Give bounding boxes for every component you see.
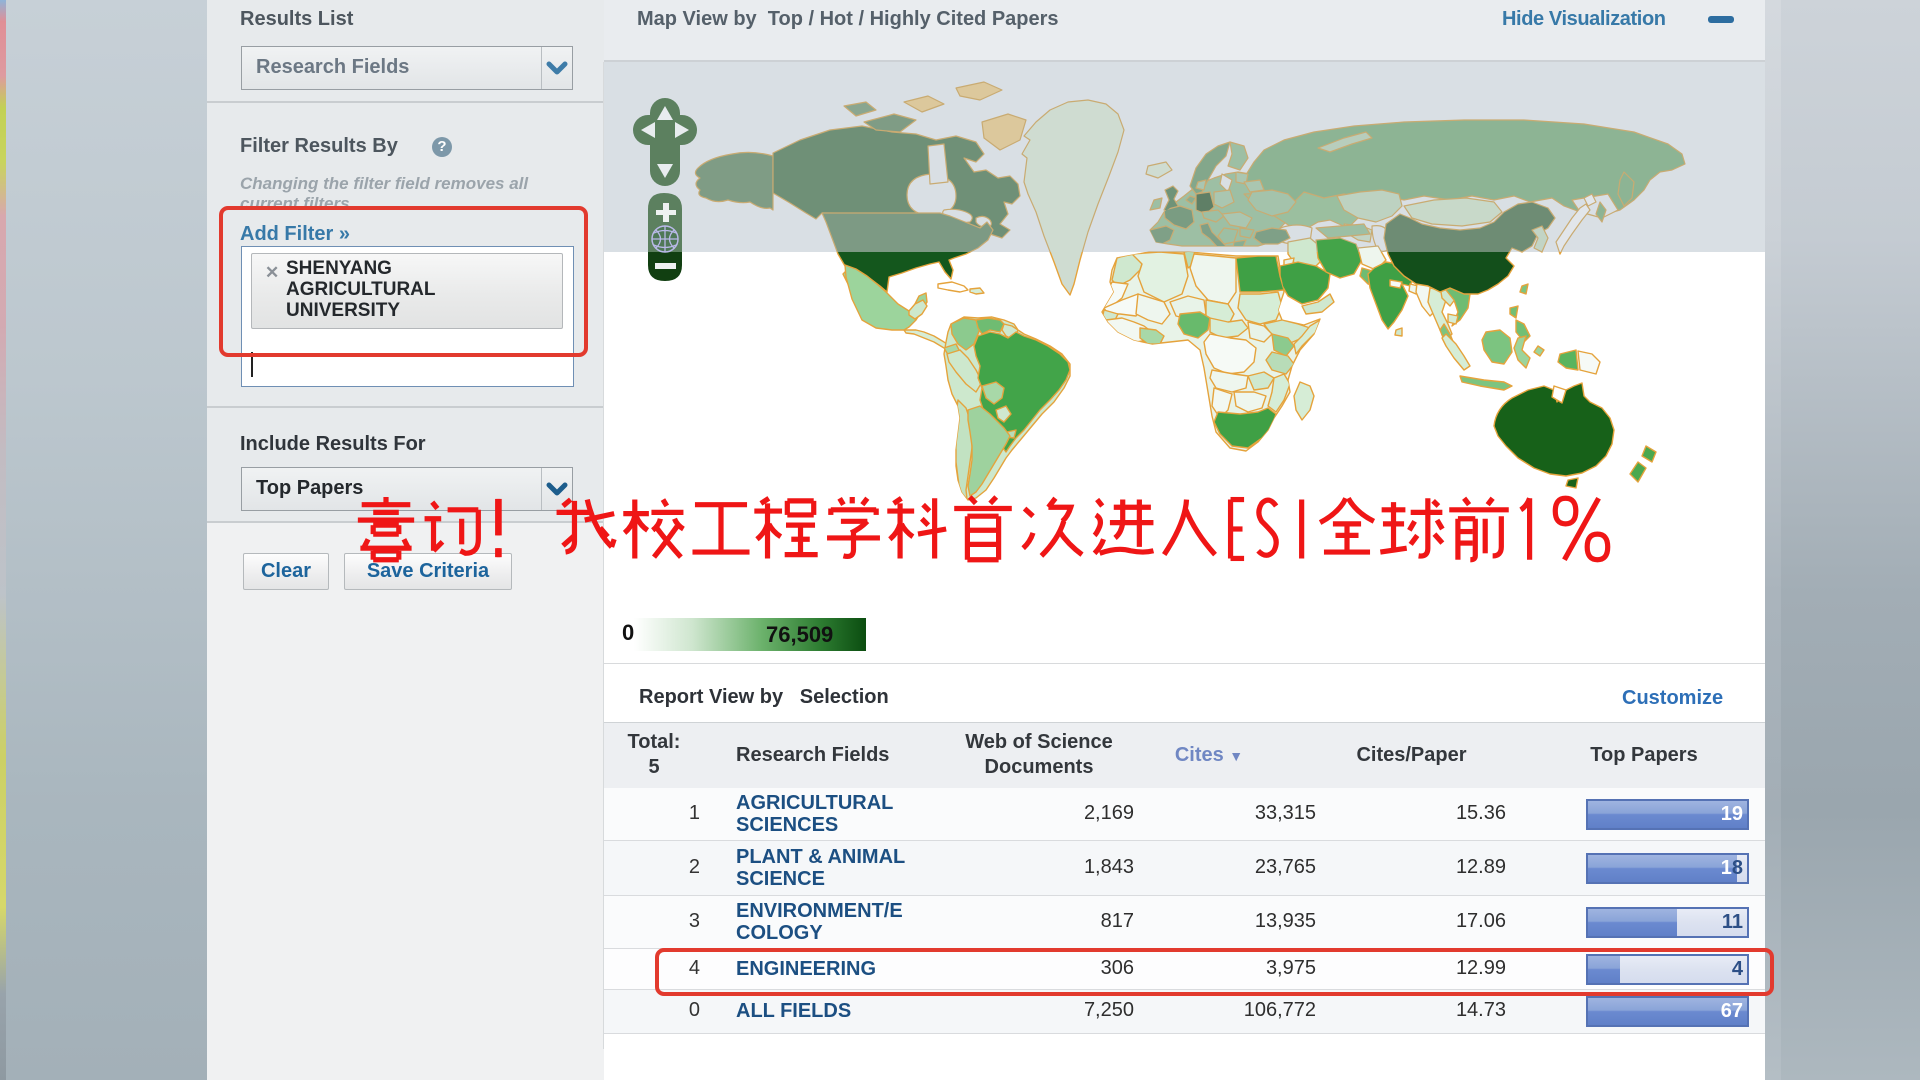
svg-text:0: 0 — [622, 620, 634, 645]
svg-text:76,509: 76,509 — [766, 622, 833, 647]
